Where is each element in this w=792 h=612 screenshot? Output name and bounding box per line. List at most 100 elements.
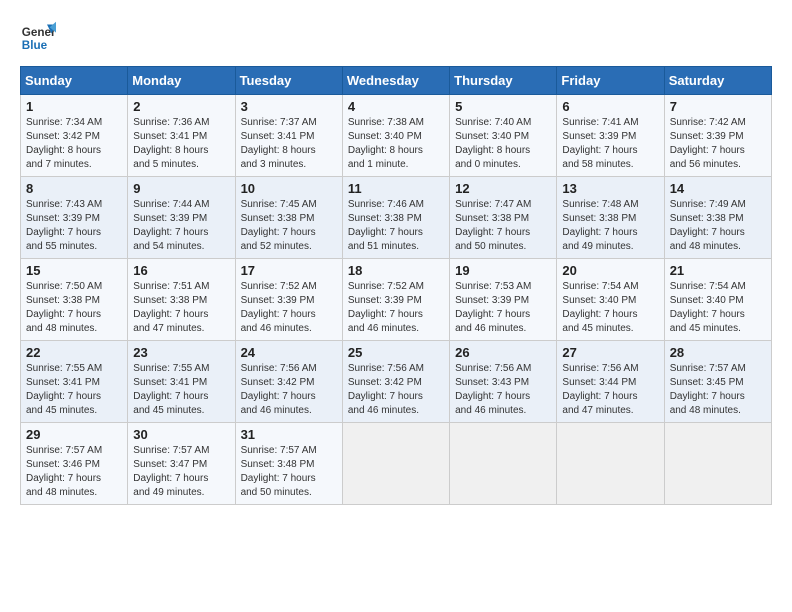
day-number: 31 [241, 427, 337, 442]
day-number: 18 [348, 263, 444, 278]
day-info: Sunrise: 7:42 AM Sunset: 3:39 PM Dayligh… [670, 116, 766, 172]
day-info: Sunrise: 7:48 AM Sunset: 3:38 PM Dayligh… [562, 198, 658, 254]
day-number: 11 [348, 181, 444, 196]
day-number: 2 [133, 99, 229, 114]
day-number: 10 [241, 181, 337, 196]
calendar-cell: 10 Sunrise: 7:45 AM Sunset: 3:38 PM Dayli… [235, 177, 342, 259]
day-info: Sunrise: 7:40 AM Sunset: 3:40 PM Dayligh… [455, 116, 551, 172]
day-number: 6 [562, 99, 658, 114]
day-number: 8 [26, 181, 122, 196]
calendar-cell: 11 Sunrise: 7:46 AM Sunset: 3:38 PM Dayli… [342, 177, 449, 259]
calendar-week-2: 8Sunrise: 7:43 AM Sunset: 3:39 PM Daylig… [21, 177, 772, 259]
calendar-cell: 18 Sunrise: 7:52 AM Sunset: 3:39 PM Dayli… [342, 259, 449, 341]
calendar-cell: 29Sunrise: 7:57 AM Sunset: 3:46 PM Dayli… [21, 423, 128, 505]
column-header-saturday: Saturday [664, 67, 771, 95]
calendar-cell: 19 Sunrise: 7:53 AM Sunset: 3:39 PM Dayli… [450, 259, 557, 341]
svg-text:Blue: Blue [22, 39, 48, 52]
calendar-header-row: SundayMondayTuesdayWednesdayThursdayFrid… [21, 67, 772, 95]
calendar-cell: 28 Sunrise: 7:57 AM Sunset: 3:45 PM Dayli… [664, 341, 771, 423]
day-number: 9 [133, 181, 229, 196]
day-info: Sunrise: 7:53 AM Sunset: 3:39 PM Dayligh… [455, 280, 551, 336]
day-info: Sunrise: 7:51 AM Sunset: 3:38 PM Dayligh… [133, 280, 229, 336]
column-header-wednesday: Wednesday [342, 67, 449, 95]
day-info: Sunrise: 7:57 AM Sunset: 3:48 PM Dayligh… [241, 444, 337, 500]
day-number: 3 [241, 99, 337, 114]
day-number: 1 [26, 99, 122, 114]
day-number: 30 [133, 427, 229, 442]
day-number: 19 [455, 263, 551, 278]
calendar-cell: 15 Sunrise: 7:50 AM Sunset: 3:38 PM Dayli… [21, 259, 128, 341]
column-header-thursday: Thursday [450, 67, 557, 95]
calendar-week-4: 22Sunrise: 7:55 AM Sunset: 3:41 PM Dayli… [21, 341, 772, 423]
day-number: 21 [670, 263, 766, 278]
calendar-cell: 22Sunrise: 7:55 AM Sunset: 3:41 PM Dayli… [21, 341, 128, 423]
day-number: 7 [670, 99, 766, 114]
day-number: 15 [26, 263, 122, 278]
day-number: 29 [26, 427, 122, 442]
day-info: Sunrise: 7:45 AM Sunset: 3:38 PM Dayligh… [241, 198, 337, 254]
calendar-cell: 16Sunrise: 7:51 AM Sunset: 3:38 PM Dayli… [128, 259, 235, 341]
day-number: 17 [241, 263, 337, 278]
day-info: Sunrise: 7:54 AM Sunset: 3:40 PM Dayligh… [670, 280, 766, 336]
column-header-tuesday: Tuesday [235, 67, 342, 95]
day-info: Sunrise: 7:34 AM Sunset: 3:42 PM Dayligh… [26, 116, 122, 172]
calendar-cell: 26 Sunrise: 7:56 AM Sunset: 3:43 PM Dayli… [450, 341, 557, 423]
day-info: Sunrise: 7:56 AM Sunset: 3:42 PM Dayligh… [348, 362, 444, 418]
day-info: Sunrise: 7:57 AM Sunset: 3:47 PM Dayligh… [133, 444, 229, 500]
day-number: 25 [348, 345, 444, 360]
day-info: Sunrise: 7:52 AM Sunset: 3:39 PM Dayligh… [348, 280, 444, 336]
calendar-cell: 23 Sunrise: 7:55 AM Sunset: 3:41 PM Dayli… [128, 341, 235, 423]
calendar-week-1: 1 Sunrise: 7:34 AM Sunset: 3:42 PM Daylig… [21, 95, 772, 177]
day-info: Sunrise: 7:56 AM Sunset: 3:43 PM Dayligh… [455, 362, 551, 418]
calendar-cell: 5 Sunrise: 7:40 AM Sunset: 3:40 PM Daylig… [450, 95, 557, 177]
column-header-monday: Monday [128, 67, 235, 95]
day-info: Sunrise: 7:49 AM Sunset: 3:38 PM Dayligh… [670, 198, 766, 254]
day-info: Sunrise: 7:36 AM Sunset: 3:41 PM Dayligh… [133, 116, 229, 172]
calendar-cell: 1 Sunrise: 7:34 AM Sunset: 3:42 PM Daylig… [21, 95, 128, 177]
day-info: Sunrise: 7:54 AM Sunset: 3:40 PM Dayligh… [562, 280, 658, 336]
calendar-cell: 21 Sunrise: 7:54 AM Sunset: 3:40 PM Dayli… [664, 259, 771, 341]
day-number: 20 [562, 263, 658, 278]
day-number: 24 [241, 345, 337, 360]
day-number: 14 [670, 181, 766, 196]
day-number: 5 [455, 99, 551, 114]
calendar-week-5: 29Sunrise: 7:57 AM Sunset: 3:46 PM Dayli… [21, 423, 772, 505]
calendar-cell: 30 Sunrise: 7:57 AM Sunset: 3:47 PM Dayli… [128, 423, 235, 505]
day-info: Sunrise: 7:47 AM Sunset: 3:38 PM Dayligh… [455, 198, 551, 254]
calendar-cell [557, 423, 664, 505]
page-header: General Blue [20, 20, 772, 56]
day-number: 13 [562, 181, 658, 196]
calendar-cell: 12 Sunrise: 7:47 AM Sunset: 3:38 PM Dayli… [450, 177, 557, 259]
day-info: Sunrise: 7:37 AM Sunset: 3:41 PM Dayligh… [241, 116, 337, 172]
calendar-week-3: 15 Sunrise: 7:50 AM Sunset: 3:38 PM Dayli… [21, 259, 772, 341]
calendar-cell: 9 Sunrise: 7:44 AM Sunset: 3:39 PM Daylig… [128, 177, 235, 259]
day-info: Sunrise: 7:56 AM Sunset: 3:42 PM Dayligh… [241, 362, 337, 418]
day-number: 28 [670, 345, 766, 360]
day-info: Sunrise: 7:46 AM Sunset: 3:38 PM Dayligh… [348, 198, 444, 254]
day-info: Sunrise: 7:44 AM Sunset: 3:39 PM Dayligh… [133, 198, 229, 254]
day-info: Sunrise: 7:52 AM Sunset: 3:39 PM Dayligh… [241, 280, 337, 336]
calendar-table: SundayMondayTuesdayWednesdayThursdayFrid… [20, 66, 772, 505]
calendar-cell [450, 423, 557, 505]
day-info: Sunrise: 7:57 AM Sunset: 3:45 PM Dayligh… [670, 362, 766, 418]
day-info: Sunrise: 7:50 AM Sunset: 3:38 PM Dayligh… [26, 280, 122, 336]
day-info: Sunrise: 7:55 AM Sunset: 3:41 PM Dayligh… [133, 362, 229, 418]
day-number: 27 [562, 345, 658, 360]
day-info: Sunrise: 7:38 AM Sunset: 3:40 PM Dayligh… [348, 116, 444, 172]
day-info: Sunrise: 7:41 AM Sunset: 3:39 PM Dayligh… [562, 116, 658, 172]
column-header-sunday: Sunday [21, 67, 128, 95]
day-number: 12 [455, 181, 551, 196]
day-number: 26 [455, 345, 551, 360]
calendar-cell: 7 Sunrise: 7:42 AM Sunset: 3:39 PM Daylig… [664, 95, 771, 177]
calendar-cell: 17 Sunrise: 7:52 AM Sunset: 3:39 PM Dayli… [235, 259, 342, 341]
calendar-cell: 20 Sunrise: 7:54 AM Sunset: 3:40 PM Dayli… [557, 259, 664, 341]
day-info: Sunrise: 7:55 AM Sunset: 3:41 PM Dayligh… [26, 362, 122, 418]
calendar-cell: 27Sunrise: 7:56 AM Sunset: 3:44 PM Dayli… [557, 341, 664, 423]
calendar-cell: 2 Sunrise: 7:36 AM Sunset: 3:41 PM Daylig… [128, 95, 235, 177]
day-number: 4 [348, 99, 444, 114]
calendar-cell: 4 Sunrise: 7:38 AM Sunset: 3:40 PM Daylig… [342, 95, 449, 177]
calendar-cell: 8Sunrise: 7:43 AM Sunset: 3:39 PM Daylig… [21, 177, 128, 259]
logo: General Blue [20, 20, 56, 56]
calendar-cell: 25 Sunrise: 7:56 AM Sunset: 3:42 PM Dayli… [342, 341, 449, 423]
day-number: 23 [133, 345, 229, 360]
